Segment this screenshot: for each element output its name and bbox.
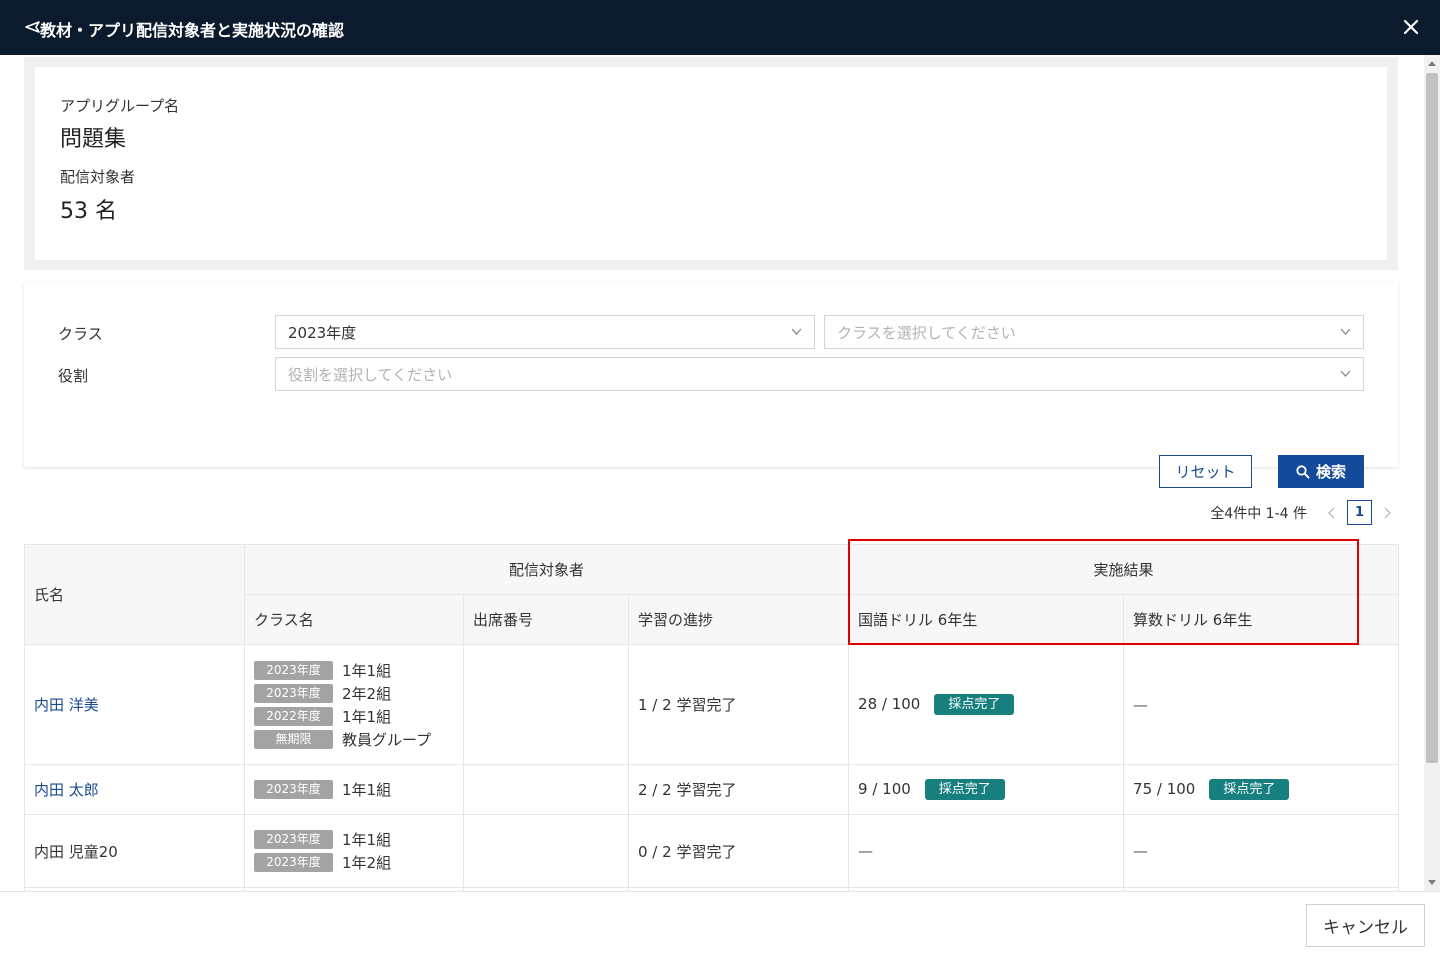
class-cell: 2023年度 1年1組 2023年度 1年2組 [244, 814, 464, 888]
drill-japanese-result: 9 / 100 採点完了 [848, 764, 1125, 815]
class-cell: 2023年度 1年1組 2023年度 2年2組 2022年度 1年1組 無期限 教員グル… [244, 644, 464, 765]
drill-japanese-result: 28 / 100 採点完了 [848, 644, 1125, 765]
column-header-name: 氏名 [24, 544, 245, 645]
app-group-info-panel: アプリグループ名 問題集 配信対象者 53 名 [24, 57, 1398, 270]
seat-number-cell [463, 644, 629, 765]
table-row: 内田 洋美 2023年度 1年1組 2023年度 2年2組 2022年度 1年1組 無… [24, 644, 1400, 765]
search-icon [1296, 464, 1310, 478]
column-header-seat: 出席番号 [463, 594, 629, 645]
year-tag: 2023年度 [254, 683, 333, 703]
cancel-button[interactable]: キャンセル [1306, 904, 1425, 947]
class-name: 2年2組 [342, 684, 392, 703]
drill-math-result: — [1123, 814, 1400, 888]
graded-badge: 採点完了 [1209, 779, 1290, 800]
back-arrow-icon[interactable] [24, 19, 40, 35]
role-filter-label: 役割 [58, 367, 89, 385]
column-header-drill-math[interactable]: 算数ドリル 6年生 [1123, 594, 1400, 645]
score: 75 / 100 [1133, 780, 1196, 798]
scroll-down-icon[interactable] [1428, 880, 1436, 885]
target-count-value: 53 名 [60, 199, 117, 224]
year-tag: 無期限 [254, 729, 333, 749]
role-select-placeholder: 役割を選択してください [288, 365, 453, 384]
target-status-table: 氏名 配信対象者 実施結果 クラス名 出席番号 学習の進捗 国語ドリル 6年生 … [24, 544, 1400, 891]
column-header-progress: 学習の進捗 [627, 594, 850, 645]
chevron-down-icon [791, 328, 802, 335]
class-select[interactable]: クラスを選択してください [824, 315, 1364, 349]
dialog-header: 教材・アプリ配信対象者と実施状況の確認 [0, 0, 1440, 55]
role-select[interactable]: 役割を選択してください [275, 357, 1364, 391]
student-name-link[interactable]: 内田 太郎 [24, 764, 245, 815]
year-select[interactable]: 2023年度 [275, 315, 815, 349]
filter-panel: クラス 2023年度 クラスを選択してください 役割 役割を選択してください リ… [24, 282, 1398, 488]
dialog-title: 教材・アプリ配信対象者と実施状況の確認 [40, 21, 345, 40]
result-count: 全4件中 1-4 件 [1210, 505, 1307, 522]
class-name: 教員グループ [342, 730, 432, 749]
score: — [1133, 695, 1149, 714]
dialog-content: アプリグループ名 問題集 配信対象者 53 名 クラス 2023年度 クラスを選… [0, 55, 1440, 891]
class-cell: 2023年度 1年1組 [244, 764, 464, 815]
class-name: 1年1組 [342, 831, 392, 849]
year-tag: 2022年度 [254, 706, 333, 726]
scroll-up-icon[interactable] [1428, 61, 1436, 66]
year-tag: 2023年度 [254, 853, 333, 872]
chevron-down-icon [1340, 370, 1351, 377]
progress-cell: 1 / 2 学習完了 [627, 644, 850, 765]
vertical-scrollbar[interactable] [1424, 55, 1440, 891]
app-group-name-value: 問題集 [60, 127, 127, 152]
search-button-label: 検索 [1315, 464, 1346, 481]
progress-cell: 2 / 2 学習完了 [627, 764, 850, 815]
score: — [858, 842, 874, 860]
close-icon[interactable] [1402, 18, 1420, 36]
column-header-class: クラス名 [244, 594, 464, 645]
year-select-value: 2023年度 [288, 323, 357, 342]
class-select-placeholder: クラスを選択してください [837, 323, 1016, 342]
drill-math-result: — [1123, 644, 1400, 765]
student-name: 内田 児童20 [24, 814, 245, 888]
table-row: 内田 太郎 2023年度 1年1組 2 / 2 学習完了 9 / 100 採点完了 … [24, 764, 1400, 815]
score: 9 / 100 [858, 780, 911, 798]
class-name: 1年1組 [342, 781, 392, 799]
graded-badge: 採点完了 [924, 779, 1005, 800]
scrollbar-thumb[interactable] [1426, 73, 1438, 763]
year-tag: 2023年度 [254, 660, 333, 680]
page-number-current[interactable]: 1 [1347, 500, 1372, 525]
app-group-name-label: アプリグループ名 [60, 97, 180, 115]
class-name: 1年2組 [342, 854, 392, 872]
reset-button[interactable]: リセット [1159, 455, 1252, 488]
pagination: 全4件中 1-4 件 1 [1210, 500, 1398, 525]
year-tag: 2023年度 [254, 780, 333, 799]
year-tag: 2023年度 [254, 830, 333, 849]
class-name: 1年1組 [342, 707, 392, 726]
chevron-down-icon [1340, 328, 1351, 335]
graded-badge: 採点完了 [934, 694, 1015, 715]
column-group-result: 実施結果 [848, 544, 1400, 595]
search-button[interactable]: 検索 [1278, 455, 1364, 488]
class-name: 1年1組 [342, 661, 392, 680]
table-row: 内田 児童20 2023年度 1年1組 2023年度 1年2組 0 / 2 学習完了… [24, 814, 1400, 888]
chevron-right-icon[interactable] [1381, 507, 1393, 519]
column-group-target: 配信対象者 [243, 544, 850, 595]
drill-japanese-result: — [848, 814, 1125, 888]
app-group-info-card: アプリグループ名 問題集 配信対象者 53 名 [35, 67, 1387, 260]
seat-number-cell [463, 764, 629, 815]
column-header-drill-japanese[interactable]: 国語ドリル 6年生 [848, 594, 1125, 645]
target-count-label: 配信対象者 [60, 168, 136, 186]
seat-number-cell [463, 814, 629, 888]
score: — [1133, 842, 1149, 860]
chevron-left-icon[interactable] [1326, 507, 1338, 519]
progress-cell: 0 / 2 学習完了 [627, 814, 850, 888]
score: 28 / 100 [858, 695, 921, 713]
class-filter-label: クラス [58, 325, 103, 343]
drill-math-result: 75 / 100 採点完了 [1123, 764, 1400, 815]
student-name-link[interactable]: 内田 洋美 [24, 644, 245, 765]
dialog-footer: キャンセル [0, 891, 1440, 955]
